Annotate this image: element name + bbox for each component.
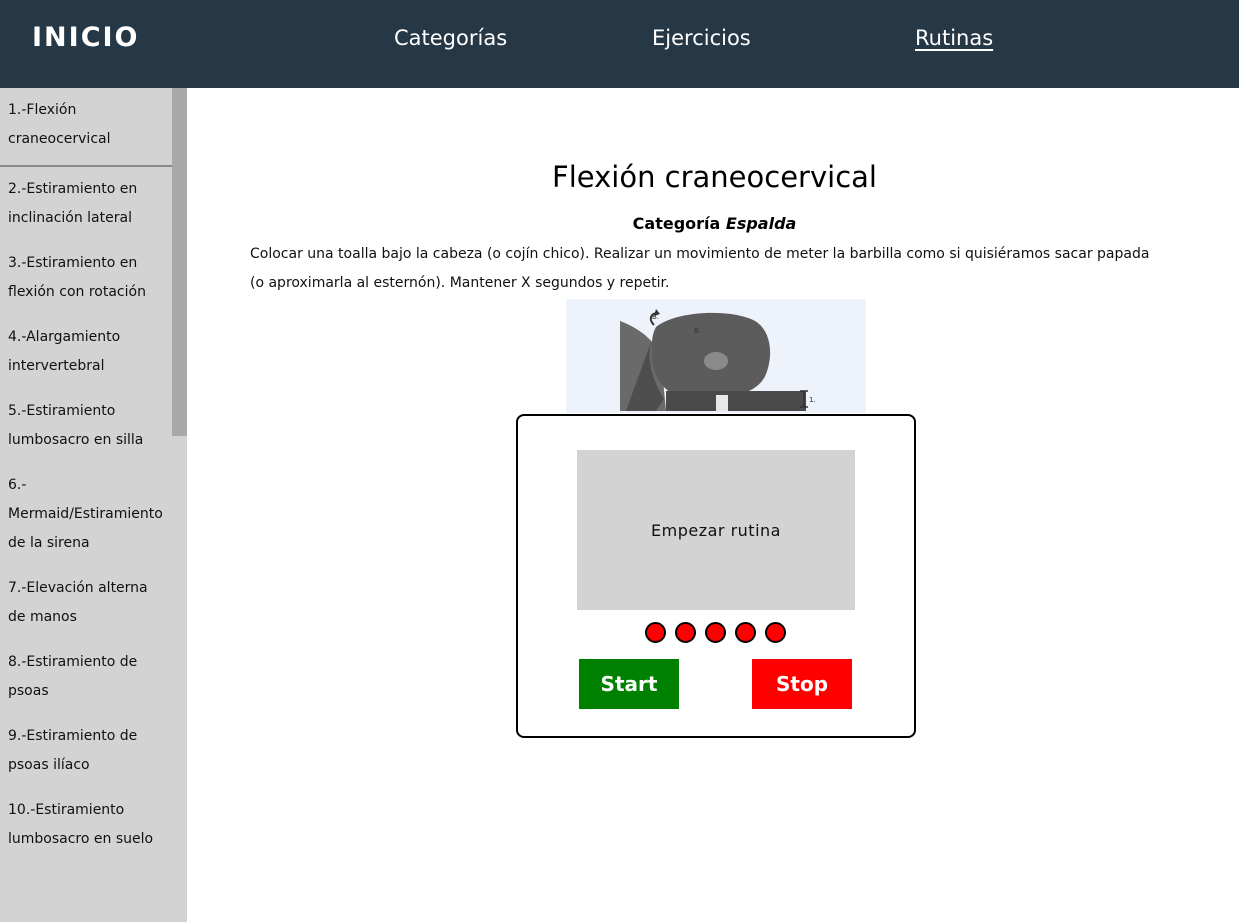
- step-dot: [735, 622, 756, 643]
- sidebar-item-10[interactable]: 10.-Estiramiento lumbosacro en suelo: [0, 788, 172, 862]
- sidebar-item-9[interactable]: 9.-Estiramiento de psoas ilíaco: [0, 714, 172, 788]
- start-button[interactable]: Start: [579, 659, 679, 709]
- nav-ejercicios[interactable]: Ejercicios: [652, 26, 751, 50]
- sidebar-item-1[interactable]: 1.-Flexión craneocervical: [0, 88, 172, 167]
- step-dot: [705, 622, 726, 643]
- sidebar-item-6[interactable]: 6.-Mermaid/Estiramiento de la sirena: [0, 463, 172, 566]
- exercise-description: Colocar una toalla bajo la cabeza (o coj…: [250, 246, 1150, 291]
- exercise-sidebar: 1.-Flexión craneocervical 2.-Estiramient…: [0, 88, 187, 922]
- top-navbar: INICIO Categorías Ejercicios Rutinas: [0, 0, 1239, 88]
- exercise-title: Flexión craneocervical: [552, 160, 877, 194]
- exercise-illustration: B. B. 1.: [566, 299, 866, 413]
- svg-text:B.: B.: [694, 327, 701, 335]
- routine-display[interactable]: Empezar rutina: [577, 450, 855, 610]
- sidebar-item-5[interactable]: 5.-Estiramiento lumbosacro en silla: [0, 389, 172, 463]
- step-dot: [675, 622, 696, 643]
- routine-player: Empezar rutina Start Stop: [516, 414, 916, 738]
- category-prefix: Categoría: [632, 214, 721, 233]
- sidebar-item-8[interactable]: 8.-Estiramiento de psoas: [0, 640, 172, 714]
- svg-text:1.: 1.: [809, 396, 816, 404]
- step-dot: [765, 622, 786, 643]
- sidebar-item-4[interactable]: 4.-Alargamiento intervertebral: [0, 315, 172, 389]
- exercise-list: 1.-Flexión craneocervical 2.-Estiramient…: [0, 88, 172, 862]
- sidebar-item-2[interactable]: 2.-Estiramiento en inclinación lateral: [0, 167, 172, 241]
- lying-head-illustration: B. B. 1.: [566, 299, 866, 413]
- sidebar-scrollbar-thumb[interactable]: [172, 88, 187, 436]
- home-link[interactable]: INICIO: [32, 22, 140, 53]
- sidebar-item-7[interactable]: 7.-Elevación alterna de manos: [0, 566, 172, 640]
- exercise-category: Categoría Espalda: [190, 214, 1239, 233]
- nav-rutinas[interactable]: Rutinas: [915, 26, 993, 50]
- sidebar-item-3[interactable]: 3.-Estiramiento en flexión con rotación: [0, 241, 172, 315]
- svg-text:B.: B.: [652, 313, 659, 321]
- step-dot: [645, 622, 666, 643]
- stop-button[interactable]: Stop: [752, 659, 852, 709]
- nav-categorias[interactable]: Categorías: [394, 26, 507, 50]
- category-value: Espalda: [725, 214, 797, 233]
